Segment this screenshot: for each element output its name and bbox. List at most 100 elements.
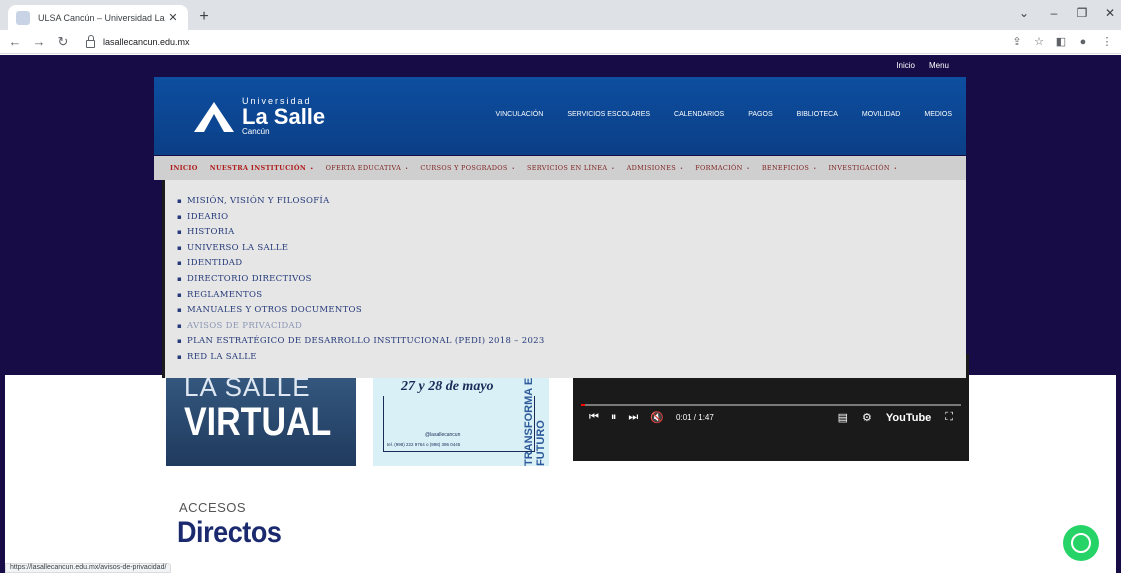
main-nav-item[interactable]: INICIO — [170, 164, 198, 172]
dropdown-item[interactable]: AVISOS DE PRIVACIDAD — [177, 319, 966, 335]
top-link-inicio[interactable]: Inicio — [896, 61, 915, 70]
poster-handle: @lasallecancun — [425, 432, 461, 438]
main-nav-item[interactable]: ADMISIONES • — [627, 164, 684, 172]
submenu-dot-icon: • — [746, 166, 750, 172]
poster-side-text: TRANSFORMA EL FUTURO — [523, 371, 547, 466]
new-tab-button[interactable]: + — [194, 7, 214, 27]
mute-icon[interactable]: 🔇 — [650, 411, 664, 424]
dropdown-item[interactable]: MANUALES Y OTROS DOCUMENTOS — [177, 303, 966, 319]
top-links: Inicio Menu — [896, 61, 949, 70]
minimize-icon[interactable]: – — [1044, 6, 1064, 20]
fullscreen-icon[interactable]: ⛶ — [945, 411, 953, 424]
submenu-dot-icon: • — [511, 166, 515, 172]
accesos-label: ACCESOS — [179, 500, 247, 515]
main-nav-item[interactable]: FORMACIÓN • — [695, 164, 750, 172]
main-nav-label: SERVICIOS EN LÍNEA — [526, 164, 608, 172]
site-logo[interactable]: Universidad La Salle Cancún — [192, 97, 325, 136]
main-nav-label: NUESTRA INSTITUCIÓN — [209, 164, 307, 172]
restore-icon[interactable]: ❐ — [1072, 6, 1092, 20]
header-nav-item[interactable]: MEDIOS — [924, 111, 952, 118]
dropdown-item[interactable]: HISTORIA — [177, 225, 966, 241]
dropdown-item[interactable]: RED LA SALLE — [177, 350, 966, 366]
header-nav-item[interactable]: PAGOS — [748, 111, 772, 118]
main-nav-label: INICIO — [170, 164, 198, 172]
browser-tab[interactable]: ULSA Cancún – Universidad La Sa ✕ — [8, 5, 188, 30]
main-nav-label: OFERTA EDUCATIVA — [325, 164, 402, 172]
reload-icon[interactable]: ↻ — [54, 33, 72, 51]
share-icon[interactable]: ⇪ — [1008, 33, 1026, 51]
submenu-dot-icon: • — [893, 166, 898, 172]
dropdown-item[interactable]: REGLAMENTOS — [177, 288, 966, 304]
whatsapp-icon — [1071, 533, 1091, 553]
main-nav-item[interactable]: BENEFICIOS • — [762, 164, 817, 172]
video-controls-right: ▤ ⚙ YouTube ⛶ — [838, 411, 953, 424]
header-nav-item[interactable]: MOVILIDAD — [862, 111, 901, 118]
dropdown-item[interactable]: PLAN ESTRATÉGICO DE DESARROLLO INSTITUCI… — [177, 334, 966, 350]
status-bar-url: https://lasallecancun.edu.mx/avisos-de-p… — [5, 563, 172, 573]
whatsapp-button[interactable] — [1063, 525, 1099, 561]
subtitles-icon[interactable]: ▤ — [838, 411, 848, 424]
main-nav-label: INVESTIGACIÓN — [828, 164, 890, 172]
page-border-left — [0, 55, 5, 573]
main-nav: INICIO NUESTRA INSTITUCIÓN • OFERTA EDUCATI… — [154, 156, 966, 180]
video-time: 0:01 / 1:47 — [676, 413, 714, 422]
header-nav-item[interactable]: BIBLIOTECA — [797, 111, 838, 118]
top-link-menu[interactable]: Menu — [929, 61, 949, 70]
main-nav-label: ADMISIONES — [626, 164, 676, 172]
main-nav-item[interactable]: NUESTRA INSTITUCIÓN • — [210, 164, 314, 172]
submenu-dot-icon: • — [813, 166, 817, 172]
poster-phone: tel. (998) 222 9764 o (998) 396 0445 — [387, 442, 461, 447]
main-nav-item[interactable]: OFERTA EDUCATIVA • — [326, 164, 409, 172]
main-nav-item[interactable]: INVESTIGACIÓN • — [828, 164, 897, 172]
pause-icon[interactable]: ⏸ — [611, 411, 617, 424]
menu-icon[interactable]: ⋮ — [1098, 33, 1116, 51]
browser-toolbar: ← → ↻ lasallecancun.edu.mx ⇪ ☆ ◧ ● ⋮ — [0, 30, 1121, 54]
url-text: lasallecancun.edu.mx — [103, 37, 190, 47]
accesos-title: Directos — [177, 516, 282, 549]
star-icon[interactable]: ☆ — [1030, 33, 1048, 51]
browser-titlebar: ULSA Cancún – Universidad La Sa ✕ + ⌄ – … — [0, 0, 1121, 30]
submenu-dot-icon: • — [679, 166, 684, 172]
dropdown-item[interactable]: IDEARIO — [177, 210, 966, 226]
site-header: Universidad La Salle Cancún VINCULACIÓN S… — [154, 77, 966, 155]
close-window-icon[interactable]: ✕ — [1100, 6, 1120, 20]
la-salle-logo-icon — [192, 98, 236, 136]
tab-close-icon[interactable]: ✕ — [166, 11, 180, 24]
logo-line2: La Salle — [242, 104, 326, 129]
lock-icon[interactable] — [86, 35, 95, 48]
dropdown-item[interactable]: MISIÓN, VISIÓN Y FILOSOFÍA — [177, 194, 966, 210]
header-nav: VINCULACIÓN SERVICIOS ESCOLARES CALENDARIO… — [495, 111, 952, 118]
web-page: Inicio Menu Universidad La Salle Cancún … — [0, 55, 1121, 573]
youtube-logo[interactable]: YouTube — [886, 412, 931, 424]
header-nav-item[interactable]: VINCULACIÓN — [495, 111, 543, 118]
logo-line3: Cancún — [242, 127, 270, 136]
main-nav-label: FORMACIÓN — [695, 164, 743, 172]
profile-icon[interactable]: ● — [1074, 33, 1092, 51]
header-nav-item[interactable]: CALENDARIOS — [674, 111, 724, 118]
next-icon[interactable]: ⏭ — [628, 411, 638, 424]
main-nav-label: CURSOS Y POSGRADOS — [420, 164, 508, 172]
main-nav-item[interactable]: CURSOS Y POSGRADOS • — [420, 164, 515, 172]
submenu-dot-icon: • — [611, 166, 615, 172]
forward-icon[interactable]: → — [30, 33, 48, 51]
submenu-dot-icon: • — [310, 166, 314, 172]
settings-gear-icon[interactable]: ⚙ — [862, 411, 872, 424]
page-border-right — [1116, 55, 1121, 573]
banner-virtual-line2: VIRTUAL — [184, 400, 332, 444]
header-nav-item[interactable]: SERVICIOS ESCOLARES — [567, 111, 650, 118]
main-nav-item[interactable]: SERVICIOS EN LÍNEA • — [527, 164, 615, 172]
address-bar[interactable]: lasallecancun.edu.mx — [86, 33, 986, 51]
dropdown-item[interactable]: UNIVERSO LA SALLE — [177, 241, 966, 257]
back-icon[interactable]: ← — [6, 33, 24, 51]
previous-icon[interactable]: ⏮ — [589, 411, 599, 424]
sidepanel-icon[interactable]: ◧ — [1052, 33, 1070, 51]
tab-title: ULSA Cancún – Universidad La Sa — [38, 12, 166, 23]
dropdown-item[interactable]: DIRECTORIO DIRECTIVOS — [177, 272, 966, 288]
poster-date: 27 y 28 de mayo — [401, 379, 494, 394]
site-favicon-icon — [16, 10, 30, 25]
institucion-dropdown-menu: MISIÓN, VISIÓN Y FILOSOFÍAIDEARIOHISTORI… — [162, 180, 966, 378]
tab-search-icon[interactable]: ⌄ — [1014, 6, 1034, 20]
main-nav-label: BENEFICIOS — [761, 164, 810, 172]
video-progress-bar[interactable] — [581, 404, 961, 406]
dropdown-item[interactable]: IDENTIDAD — [177, 256, 966, 272]
